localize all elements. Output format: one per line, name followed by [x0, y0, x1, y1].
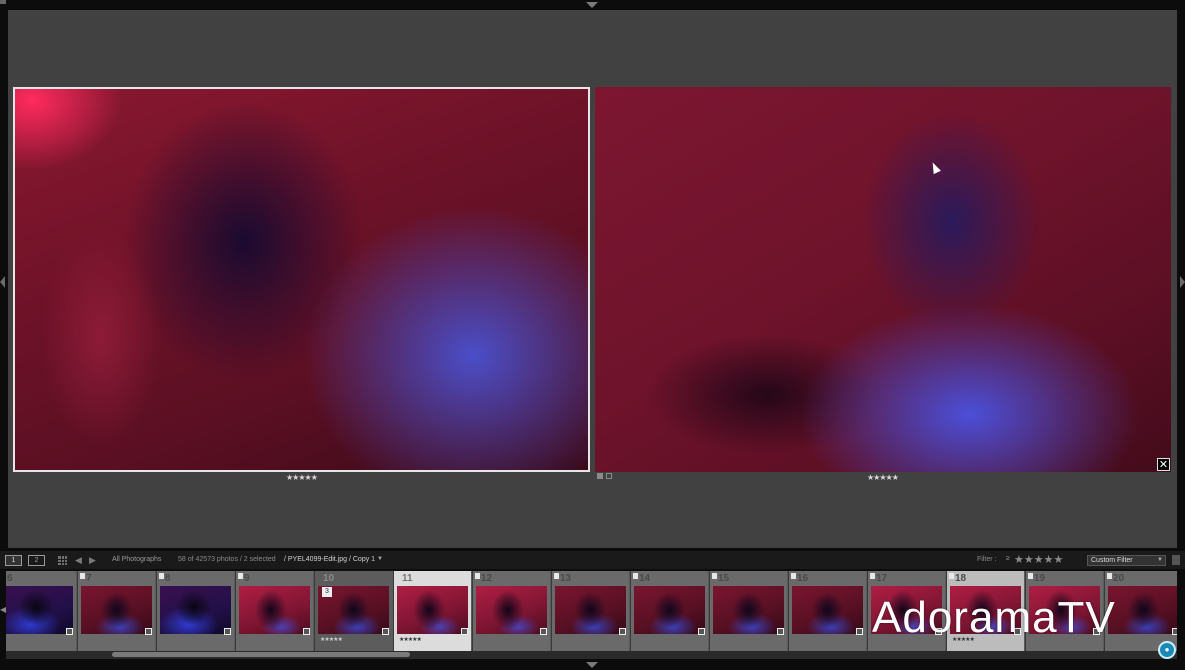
filmstrip-cell[interactable]: 13: [552, 571, 630, 651]
filter-stars[interactable]: ★★★★★: [1014, 553, 1063, 566]
edit-badge-icon: [461, 628, 468, 635]
flag-icon[interactable]: [870, 573, 875, 579]
cell-number: 10: [323, 573, 335, 584]
flag-icon[interactable]: [80, 573, 85, 579]
forward-arrow-icon[interactable]: ▶: [89, 555, 96, 566]
cell-rating[interactable]: ★★★★★: [399, 636, 422, 643]
thumbnail[interactable]: [555, 586, 626, 634]
flag-icon[interactable]: [949, 573, 954, 579]
filmstrip-cell[interactable]: 14: [631, 571, 709, 651]
color-label-icon[interactable]: [0, 0, 6, 4]
secondary-screen-button[interactable]: 2: [28, 555, 45, 566]
thumbnail[interactable]: [634, 586, 705, 634]
thumbnail[interactable]: [6, 586, 73, 634]
grid-view-icon[interactable]: [58, 556, 67, 565]
cell-number: 8: [165, 573, 171, 584]
main-screen-button[interactable]: 1: [5, 555, 22, 566]
filter-label: Filter :: [977, 556, 997, 563]
custom-filter-label: Custom Filter: [1091, 557, 1133, 564]
left-panel-arrow-icon[interactable]: [0, 276, 5, 288]
filmstrip-toggle-icon[interactable]: [1172, 555, 1180, 565]
camera-icon[interactable]: ●: [1158, 641, 1176, 659]
reject-flag-icon[interactable]: [606, 473, 612, 479]
edit-badge-icon: [698, 628, 705, 635]
cell-number: 12: [481, 573, 493, 584]
filmstrip-cell[interactable]: 10 3 ★★★★★: [315, 571, 393, 651]
chevron-down-icon: ▼: [1157, 557, 1163, 563]
filmstrip-cell[interactable]: 11 ★★★★★: [394, 571, 472, 651]
chevron-down-icon[interactable]: ▼: [377, 556, 383, 562]
thumbnail[interactable]: [476, 586, 547, 634]
cell-number: 7: [86, 573, 92, 584]
photo-count: 58 of 42573 photos / 2 selected: [178, 556, 276, 563]
flag-icon[interactable]: [712, 573, 717, 579]
filmstrip-cell[interactable]: 8: [157, 571, 235, 651]
cell-number: 18: [955, 573, 967, 584]
flag-icon[interactable]: [159, 573, 164, 579]
watermark-suffix: TV: [1057, 593, 1116, 642]
thumbnail[interactable]: [239, 586, 310, 634]
edit-badge-icon: [224, 628, 231, 635]
current-filename[interactable]: / PYEL4099-Edit.jpg / Copy 1: [284, 556, 375, 563]
cell-number: 19: [1034, 573, 1046, 584]
filmstrip-cell[interactable]: 6: [6, 571, 77, 651]
stack-count-badge[interactable]: 3: [322, 587, 332, 597]
flag-icon[interactable]: [238, 573, 243, 579]
cell-number: 20: [1113, 573, 1125, 584]
select-photo[interactable]: [13, 87, 590, 472]
cell-number: 11: [402, 573, 413, 584]
candidate-rating[interactable]: ★★★★★: [867, 473, 899, 482]
edit-badge-icon: [382, 628, 389, 635]
thumbnail[interactable]: [160, 586, 231, 634]
thumbnail[interactable]: [1108, 586, 1177, 634]
edit-badge-icon: [856, 628, 863, 635]
flag-icon[interactable]: [1028, 573, 1033, 579]
watermark-brand: Adorama: [872, 593, 1058, 642]
cell-number: 6: [7, 573, 13, 584]
cell-number: 16: [797, 573, 809, 584]
right-panel-arrow-icon[interactable]: [1180, 276, 1185, 288]
thumbnail[interactable]: [397, 586, 468, 634]
thumbnail[interactable]: [792, 586, 863, 634]
cell-number: 17: [876, 573, 888, 584]
custom-filter-select[interactable]: Custom Filter ▼: [1087, 555, 1166, 566]
bottom-panel-arrow-icon[interactable]: [586, 662, 598, 668]
cell-number: 14: [639, 573, 651, 584]
edit-badge-icon: [777, 628, 784, 635]
cell-number: 9: [244, 573, 250, 584]
filmstrip-cell[interactable]: 15: [710, 571, 788, 651]
filmstrip-cell[interactable]: 12: [473, 571, 551, 651]
edit-badge-icon: [619, 628, 626, 635]
back-arrow-icon[interactable]: ◀: [75, 555, 82, 566]
edit-badge-icon: [540, 628, 547, 635]
edit-badge-icon: [303, 628, 310, 635]
thumbnail[interactable]: [81, 586, 152, 634]
edit-badge-icon: [145, 628, 152, 635]
flag-icon[interactable]: [554, 573, 559, 579]
select-rating[interactable]: ★★★★★: [286, 473, 318, 482]
filmstrip-cell[interactable]: 16: [789, 571, 867, 651]
cell-number: 13: [560, 573, 572, 584]
cell-number: 15: [718, 573, 730, 584]
edit-badge-icon: [1172, 628, 1177, 635]
filter-operator[interactable]: ≥: [1006, 555, 1010, 562]
edit-badge-icon: [66, 628, 73, 635]
adorama-tv-watermark: AdoramaTV: [872, 593, 1116, 643]
thumbnail[interactable]: [713, 586, 784, 634]
close-icon[interactable]: ✕: [1157, 458, 1170, 471]
source-label[interactable]: All Photographs: [112, 556, 161, 563]
flag-icon[interactable]: [1107, 573, 1112, 579]
candidate-photo[interactable]: [595, 87, 1171, 472]
filmstrip-cell[interactable]: 9: [236, 571, 314, 651]
flag-icon[interactable]: [597, 473, 603, 479]
filmstrip-toolbar: 1 2 ◀ ▶ All Photographs 58 of 42573 phot…: [0, 551, 1185, 569]
filmstrip-cell[interactable]: 7: [78, 571, 156, 651]
cell-rating[interactable]: ★★★★★: [320, 636, 343, 643]
scrollbar-thumb[interactable]: [112, 652, 410, 657]
flag-icon[interactable]: [633, 573, 638, 579]
top-panel-arrow-icon[interactable]: [586, 2, 598, 8]
flag-icon[interactable]: [475, 573, 480, 579]
flag-icon[interactable]: [791, 573, 796, 579]
